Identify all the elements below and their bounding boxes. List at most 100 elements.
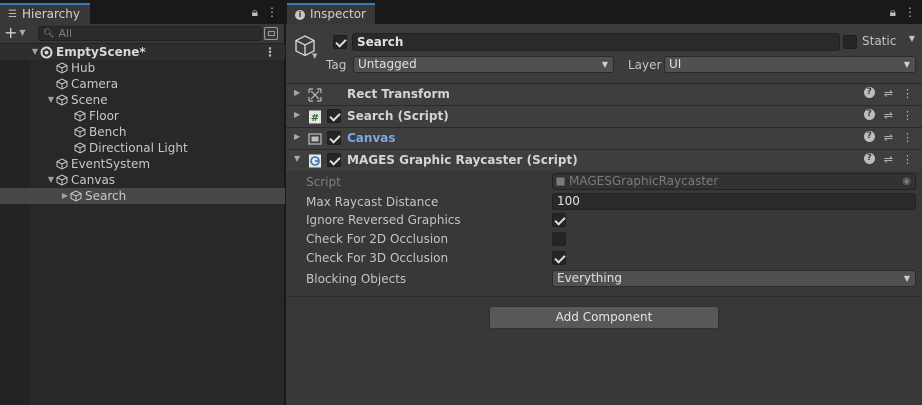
component-title: Search (Script) <box>347 109 449 123</box>
hierarchy-item-label: Bench <box>89 125 127 139</box>
active-checkbox[interactable] <box>333 35 347 49</box>
gameobject-cube-icon <box>70 190 82 202</box>
gameobject-cube-icon <box>56 158 68 170</box>
unity-scene-icon <box>40 46 53 58</box>
collapsed-arrow-icon[interactable]: ▶ <box>294 110 300 119</box>
help-icon[interactable]: ? <box>863 87 875 98</box>
presets-icon[interactable]: ⇌ <box>884 153 893 166</box>
ignore-reversed-graphics-checkbox[interactable] <box>552 213 566 227</box>
tab-hierarchy[interactable]: ☰ Hierarchy <box>0 3 90 24</box>
scene-row[interactable]: ▼ EmptyScene* ⋮ <box>0 44 285 60</box>
hierarchy-item-search[interactable]: ▶ Search <box>0 188 285 204</box>
object-picker-icon[interactable]: ◉ <box>902 174 911 189</box>
hierarchy-item-floor[interactable]: Floor <box>0 108 285 124</box>
raycaster-properties: Script MAGESGraphicRaycaster ◉ Max Rayca… <box>286 171 922 295</box>
hierarchy-item-directional-light[interactable]: Directional Light <box>0 140 285 156</box>
max-raycast-distance-field[interactable]: 100 <box>552 193 916 210</box>
gameobject-cube-icon <box>74 126 86 138</box>
chevron-down-icon: ▼ <box>903 60 910 69</box>
component-title: Canvas <box>347 131 396 145</box>
hierarchy-item-label: Canvas <box>71 173 116 187</box>
inspector-panel: i Inspector 🔒︎ ⋮ ▼ Search Static ▼ Tag U… <box>286 0 922 405</box>
tab-inspector[interactable]: i Inspector <box>287 3 375 24</box>
hierarchy-item-bench[interactable]: Bench <box>0 124 285 140</box>
layer-dropdown[interactable]: UI ▼ <box>664 56 916 73</box>
kebab-menu-icon[interactable]: ⋮ <box>266 5 278 20</box>
blocking-objects-value: Everything <box>557 271 622 285</box>
layer-label: Layer <box>628 58 662 72</box>
check-3d-occlusion-checkbox[interactable] <box>552 251 566 265</box>
hierarchy-item-eventsystem[interactable]: EventSystem <box>0 156 285 172</box>
hierarchy-item-scene[interactable]: ▼ Scene <box>0 92 285 108</box>
rect-transform-icon <box>308 88 322 102</box>
add-component-button[interactable]: Add Component <box>489 306 719 329</box>
hierarchy-item-canvas[interactable]: ▼ Canvas <box>0 172 285 188</box>
hierarchy-item-label: Hub <box>71 61 96 75</box>
collapsed-arrow-icon[interactable]: ▶ <box>294 132 300 141</box>
plus-icon: + <box>4 23 18 42</box>
kebab-menu-icon[interactable]: ⋮ <box>904 5 916 20</box>
expand-arrow-icon[interactable]: ▼ <box>46 92 56 108</box>
component-search-script[interactable]: ▶ # Search (Script) ? ⇌ ⋮ <box>286 105 922 127</box>
scene-name: EmptyScene* <box>56 45 146 59</box>
object-name-field[interactable]: Search <box>352 33 840 51</box>
component-canvas[interactable]: ▶ Canvas ? ⇌ ⋮ <box>286 127 922 149</box>
create-button[interactable]: + ▼ <box>4 25 26 41</box>
blocking-objects-dropdown[interactable]: Everything ▼ <box>552 270 916 287</box>
component-rect-transform[interactable]: ▶ Rect Transform ? ⇌ ⋮ <box>286 83 922 105</box>
tag-dropdown[interactable]: Untagged ▼ <box>353 56 614 73</box>
lock-icon[interactable]: 🔒︎ <box>890 5 896 20</box>
chevron-down-icon: ▼ <box>19 28 26 37</box>
object-header: ▼ Search Static ▼ Tag Untagged ▼ Layer U… <box>286 24 922 84</box>
presets-icon[interactable]: ⇌ <box>884 131 893 144</box>
check-3d-occlusion-label: Check For 3D Occlusion <box>306 251 449 265</box>
hierarchy-search-input[interactable]: 🔍︎ All <box>38 26 262 41</box>
hierarchy-item-label: Scene <box>71 93 108 107</box>
chevron-down-icon: ▼ <box>601 60 608 69</box>
raycaster-script-icon <box>309 154 321 168</box>
hierarchy-panel: ☰ Hierarchy 🔒︎ ⋮ + ▼ 🔍︎ All ▼ EmptyScene*… <box>0 0 285 405</box>
component-enabled-checkbox[interactable] <box>327 109 341 123</box>
collapsed-arrow-icon[interactable]: ▶ <box>294 88 300 97</box>
kebab-menu-icon[interactable]: ⋮ <box>902 131 913 144</box>
help-icon[interactable]: ? <box>863 109 875 120</box>
static-checkbox[interactable] <box>843 35 857 49</box>
kebab-menu-icon[interactable]: ⋮ <box>902 153 913 166</box>
hierarchy-item-label: Floor <box>89 109 119 123</box>
component-mages-graphic-raycaster[interactable]: ▼ MAGES Graphic Raycaster (Script) ? ⇌ ⋮ <box>286 149 922 171</box>
lock-icon[interactable]: 🔒︎ <box>252 5 258 20</box>
hierarchy-tabstrip: ☰ Hierarchy 🔒︎ ⋮ <box>0 0 284 24</box>
hierarchy-item-camera[interactable]: Camera <box>0 76 285 92</box>
script-value: MAGESGraphicRaycaster <box>569 174 719 188</box>
hierarchy-tab-label: Hierarchy <box>21 7 80 21</box>
gameobject-cube-icon <box>56 62 68 74</box>
expand-arrow-icon[interactable]: ▼ <box>46 172 56 188</box>
expand-arrow-icon[interactable]: ▼ <box>294 154 300 163</box>
gameobject-cube-icon <box>74 142 86 154</box>
check-2d-occlusion-checkbox[interactable] <box>552 232 566 246</box>
search-icon: 🔍︎ <box>43 28 55 39</box>
inspector-tabstrip: i Inspector 🔒︎ ⋮ <box>286 0 922 24</box>
component-enabled-checkbox[interactable] <box>327 153 341 167</box>
kebab-menu-icon[interactable]: ⋮ <box>902 109 913 122</box>
ignore-reversed-graphics-label: Ignore Reversed Graphics <box>306 213 461 227</box>
help-icon[interactable]: ? <box>863 153 875 164</box>
inspector-tab-label: Inspector <box>310 7 366 21</box>
info-icon: i <box>295 9 305 20</box>
hierarchy-item-label: Directional Light <box>89 141 188 155</box>
presets-icon[interactable]: ⇌ <box>884 87 893 100</box>
help-icon[interactable]: ? <box>863 131 875 142</box>
hierarchy-list-icon: ☰ <box>8 9 17 20</box>
expand-arrow-icon[interactable]: ▼ <box>30 44 40 60</box>
kebab-menu-icon[interactable]: ⋮ <box>902 87 913 100</box>
collapsed-arrow-icon[interactable]: ▶ <box>60 188 70 204</box>
icon-dropdown-caret-icon[interactable]: ▼ <box>312 52 317 60</box>
presets-icon[interactable]: ⇌ <box>884 109 893 122</box>
static-dropdown-icon[interactable]: ▼ <box>909 34 915 43</box>
component-enabled-checkbox[interactable] <box>327 131 341 145</box>
filter-icon[interactable] <box>264 27 278 40</box>
gameobject-cube-icon <box>74 110 86 122</box>
hierarchy-item-hub[interactable]: Hub <box>0 60 285 76</box>
script-field: MAGESGraphicRaycaster ◉ <box>552 173 916 190</box>
scene-kebab-icon[interactable]: ⋮ <box>264 44 276 60</box>
